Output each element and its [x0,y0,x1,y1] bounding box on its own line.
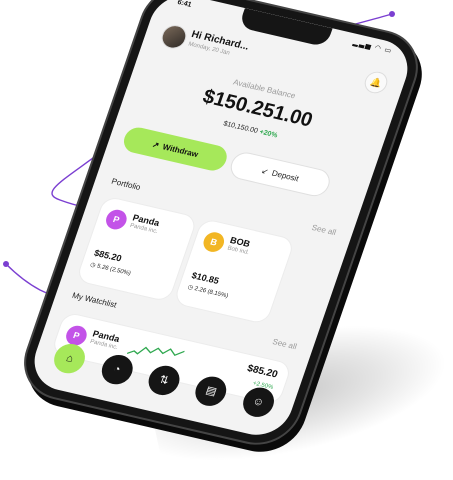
status-icons: ▂▃▅ ◠ ▭ [351,39,394,56]
watch-price: $85.20 [245,363,280,381]
withdraw-button[interactable]: ↗ Withdraw [120,124,231,174]
deposit-label: Deposit [270,168,301,183]
watchlist-see-all[interactable]: See all [271,337,298,351]
deposit-button[interactable]: ↙ Deposit [226,149,334,199]
portfolio-see-all[interactable]: See all [311,223,338,237]
portfolio-title: Portfolio [110,176,142,192]
phone: 6:41 ▂▃▅ ◠ ▭ Hi Richard... Monday, 20 Ja… [15,0,427,451]
coin-price: $85.20 [92,247,123,264]
home-icon[interactable]: ⌂ [50,341,90,377]
coin-icon: P [103,207,130,232]
coin-change: ◷ 5.26 (2.50%) [89,262,132,277]
watchlist-title: My Watchlist [70,290,118,310]
coin-change-value: 5.26 (2.50%) [95,263,132,277]
withdraw-icon: ↗ [151,139,161,150]
wallet-icon[interactable]: ▤ [191,373,231,409]
swap-icon[interactable]: ⇅ [144,362,184,399]
withdraw-label: Withdraw [161,141,200,159]
deposit-icon: ↙ [260,165,270,176]
coin-price: $10.85 [190,270,221,286]
bell-icon[interactable]: 🔔 [361,69,391,96]
status-time: 6:41 [176,0,193,9]
profile-icon[interactable]: ☺ [238,384,278,420]
coin-change: ◷ 2.26 (8.15%) [186,284,229,300]
avatar[interactable] [158,22,190,51]
chart-icon[interactable]: ◔ [97,351,137,388]
coin-icon: B [200,230,227,254]
balance-sub-amount: $10,150.00 [222,120,259,135]
coin-change-value: 2.26 (8.15%) [193,286,229,300]
balance-change: +20% [258,128,279,140]
